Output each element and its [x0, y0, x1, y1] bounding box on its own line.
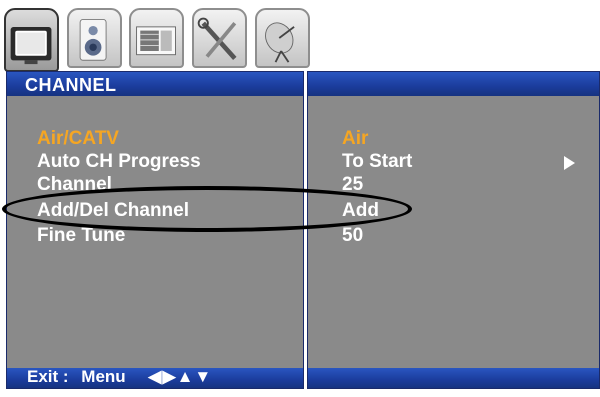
tab-channel[interactable]	[255, 8, 310, 68]
tab-setup[interactable]	[192, 8, 247, 68]
menu-item-add-del-channel[interactable]: Add/Del Channel	[37, 199, 189, 223]
title-bar: CHANNEL	[7, 72, 303, 96]
tab-sound[interactable]	[67, 8, 122, 68]
menu-tab-strip	[2, 8, 322, 72]
footer-bar-right	[308, 368, 599, 388]
exit-label: Exit :	[27, 367, 69, 386]
screen-icon	[136, 26, 176, 56]
menu-labels-panel: CHANNEL Air/CATV Auto CH Progress Channe…	[6, 71, 304, 389]
submenu-arrow-icon[interactable]	[564, 156, 575, 170]
menu-values-panel: Air To Start 25 Add 50	[307, 71, 600, 389]
value-air-catv[interactable]: Air	[342, 127, 368, 151]
menu-item-air-catv[interactable]: Air/CATV	[37, 127, 119, 151]
speaker-icon	[79, 18, 107, 61]
tv-icon	[10, 27, 52, 65]
title-bar-right	[308, 72, 599, 96]
value-add-del-channel[interactable]: Add	[342, 199, 379, 223]
value-fine-tune[interactable]: 50	[342, 224, 363, 248]
menu-item-channel[interactable]: Channel	[37, 173, 112, 197]
footer-bar: Exit : Menu ◀▶▲▼	[7, 367, 303, 388]
navigation-arrows-icon: ◀▶▲▼	[148, 367, 213, 386]
footer-help: Exit : Menu ◀▶▲▼	[27, 367, 220, 387]
menu-item-auto-ch-progress[interactable]: Auto CH Progress	[37, 150, 201, 174]
tab-picture[interactable]	[4, 8, 59, 72]
value-channel[interactable]: 25	[342, 173, 363, 197]
menu-item-fine-tune[interactable]: Fine Tune	[37, 224, 125, 248]
page-title: CHANNEL	[25, 75, 117, 95]
satellite-dish-icon	[265, 22, 295, 63]
tools-icon	[197, 17, 237, 60]
value-auto-ch-progress[interactable]: To Start	[342, 150, 412, 174]
tab-screen[interactable]	[129, 8, 184, 68]
menu-key-label: Menu	[81, 367, 126, 386]
